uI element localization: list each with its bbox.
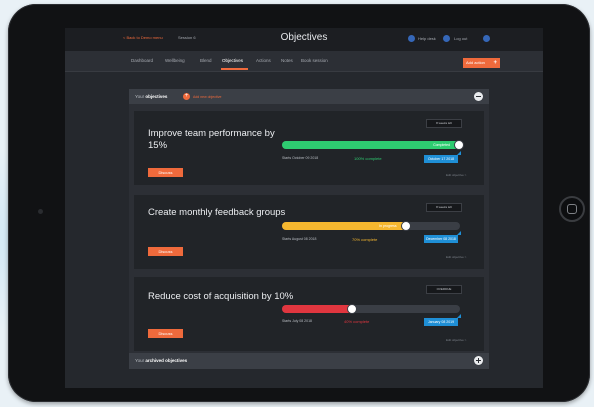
- tab-blend[interactable]: Blend: [200, 58, 212, 63]
- progress-handle[interactable]: [347, 304, 358, 314]
- objectives-panel-header: Your objectives + Add new objective: [129, 89, 489, 104]
- objective-card: Reduce cost of acquisition by 10% OVERDU…: [134, 277, 484, 351]
- home-square-icon: [567, 204, 577, 214]
- your-objectives-label: Your objectives: [135, 94, 167, 99]
- add-objective-icon[interactable]: +: [183, 93, 190, 100]
- objective-title: Improve team performance by 15%: [148, 128, 275, 151]
- label-bold: archived objectives: [145, 358, 188, 363]
- archived-objectives-header[interactable]: Your archived objectives: [129, 353, 489, 369]
- label-bold: objectives: [145, 94, 168, 99]
- archived-objectives-label: Your archived objectives: [135, 358, 187, 363]
- progress-handle[interactable]: [454, 140, 464, 150]
- progress-track: [282, 304, 460, 314]
- tab-dashboard[interactable]: Dashboard: [131, 58, 153, 63]
- label-prefix: Your: [135, 94, 145, 99]
- progress-fill: In progress: [282, 222, 407, 230]
- progress-track: Completed: [282, 140, 464, 150]
- objectives-panel: Your objectives + Add new objective Impr…: [129, 89, 489, 361]
- end-date-badge[interactable]: December 08 2018: [424, 231, 461, 243]
- discuss-button[interactable]: Discuss: [148, 329, 183, 338]
- objective-card: Create monthly feedback groups 8 weeks l…: [134, 195, 484, 269]
- time-left-badge: 8 weeks left: [426, 203, 462, 212]
- add-action-label: Add action: [466, 60, 485, 65]
- tab-notes[interactable]: Notes: [281, 58, 293, 63]
- progress-fill: [282, 305, 354, 313]
- objective-title: Reduce cost of acquisition by 10%: [148, 291, 294, 302]
- help-desk-icon[interactable]: [408, 35, 415, 42]
- app-screen: < Back to Demo menu Session 6 Objectives…: [65, 28, 543, 388]
- percent-complete: 100% complete: [354, 156, 382, 161]
- start-date: Starts August 08 2018: [282, 237, 317, 241]
- objective-card: Improve team performance by 15% 8 weeks …: [134, 111, 484, 185]
- expand-archived-button[interactable]: [474, 356, 483, 365]
- edit-objective-link[interactable]: Edit objective >: [446, 338, 466, 342]
- progress-handle[interactable]: [400, 221, 411, 231]
- camera-icon: [38, 209, 43, 214]
- tablet-frame: < Back to Demo menu Session 6 Objectives…: [8, 4, 590, 402]
- tab-objectives[interactable]: Objectives: [222, 58, 243, 63]
- time-left-badge: 8 weeks left: [426, 119, 462, 128]
- plus-icon: +: [493, 60, 497, 66]
- add-objective-link[interactable]: Add new objective: [193, 95, 221, 99]
- end-date-badge[interactable]: October 17 2018: [424, 151, 461, 163]
- percent-complete: 40% complete: [344, 319, 370, 324]
- active-tab-indicator: [221, 68, 248, 70]
- log-out-link[interactable]: Log out: [454, 36, 467, 41]
- tab-actions[interactable]: Actions: [256, 58, 271, 63]
- main-nav: Dashboard Wellbeing Blend Objectives Act…: [65, 51, 543, 72]
- tab-wellbeing[interactable]: Wellbeing: [165, 58, 185, 63]
- discuss-button[interactable]: Discuss: [148, 168, 183, 177]
- progress-track: In progress: [282, 221, 460, 231]
- tab-book-session[interactable]: Book session: [301, 58, 328, 63]
- progress-bar-text: In progress: [379, 223, 397, 228]
- home-button[interactable]: [559, 196, 585, 222]
- start-date: Starts October 09 2018: [282, 156, 319, 160]
- progress-bar-text: Completed: [433, 142, 450, 147]
- help-desk-link[interactable]: Help desk: [418, 36, 436, 41]
- log-out-icon[interactable]: [443, 35, 450, 42]
- start-date: Starts July 08 2018: [282, 319, 312, 323]
- user-avatar-icon[interactable]: [483, 35, 490, 42]
- edit-objective-link[interactable]: Edit objective >: [446, 255, 466, 259]
- top-bar: < Back to Demo menu Session 6 Objectives…: [65, 28, 543, 51]
- progress-fill: Completed: [282, 141, 460, 149]
- objective-title: Create monthly feedback groups: [148, 207, 286, 218]
- discuss-button[interactable]: Discuss: [148, 247, 183, 256]
- page-title: Objectives: [280, 32, 328, 43]
- end-date-badge[interactable]: January 08 2019: [424, 314, 461, 326]
- collapse-objectives-button[interactable]: [474, 92, 483, 101]
- overdue-badge: OVERDUE: [426, 285, 462, 294]
- edit-objective-link[interactable]: Edit objective >: [446, 173, 466, 177]
- label-prefix: Your: [135, 358, 145, 363]
- percent-complete: 70% complete: [352, 237, 378, 242]
- add-action-button[interactable]: Add action +: [463, 58, 500, 68]
